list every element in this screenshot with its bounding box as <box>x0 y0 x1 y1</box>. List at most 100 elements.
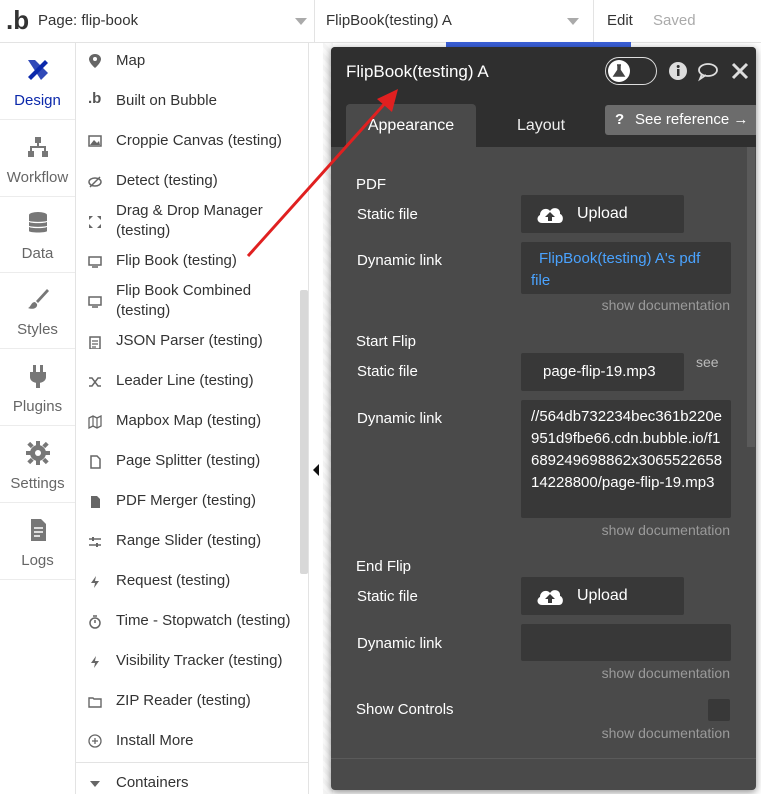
upload-button[interactable]: Upload <box>521 577 684 615</box>
show-controls-checkbox[interactable] <box>708 699 730 721</box>
property-editor: FlipBook(testing) A Appearance Layout ? … <box>331 47 756 790</box>
element-selector[interactable]: FlipBook(testing) A <box>315 0 594 42</box>
file-name: page-flip-19.mp3 <box>543 363 656 380</box>
list-item-label: Time - Stopwatch (testing) <box>116 612 291 629</box>
show-documentation-link[interactable]: show documentation <box>602 665 730 681</box>
palette-scrollbar[interactable] <box>300 290 308 574</box>
nav-item-workflow[interactable]: Workflow <box>0 120 75 197</box>
image-icon <box>88 135 102 147</box>
nav-label: Styles <box>17 321 58 338</box>
page-selector-label: Page: flip-book <box>38 12 139 29</box>
element-selector-label: FlipBook(testing) A <box>326 12 452 29</box>
file-icon <box>90 455 101 469</box>
panel-scrollbar[interactable] <box>747 147 755 447</box>
gear-icon <box>26 441 50 465</box>
top-bar: .b Page: flip-book FlipBook(testing) A E… <box>0 0 761 43</box>
plug-icon <box>30 365 46 388</box>
testing-toggle[interactable] <box>605 57 657 85</box>
dynamic-link-field[interactable] <box>521 624 731 661</box>
divider <box>331 758 756 759</box>
divider <box>76 762 308 763</box>
info-icon[interactable] <box>667 60 689 82</box>
upload-button[interactable]: Upload <box>521 195 684 233</box>
field-label: Dynamic link <box>357 410 443 427</box>
nav-item-styles[interactable]: Styles <box>0 272 75 349</box>
page-selector[interactable]: Page: flip-book <box>30 0 315 42</box>
triangle-down-icon <box>90 781 100 787</box>
list-item-label: Detect (testing) <box>116 172 218 189</box>
list-item-label: Drag & Drop Manager (testing) <box>116 202 263 239</box>
clipboard-icon <box>89 336 101 349</box>
map-icon <box>88 415 102 429</box>
nav-label: Design <box>14 92 61 109</box>
list-item-label: Built on Bubble <box>116 92 217 109</box>
nav-item-plugins[interactable]: Plugins <box>0 349 75 426</box>
saved-status: Saved <box>653 12 696 29</box>
show-documentation-link[interactable]: show documentation <box>602 522 730 538</box>
show-documentation-link[interactable]: show documentation <box>602 297 730 313</box>
show-documentation-link[interactable]: show documentation <box>602 725 730 741</box>
bubble-logo-icon: .b <box>88 90 102 107</box>
nav-label: Settings <box>10 475 65 492</box>
static-file-value[interactable]: page-flip-19.mp3 <box>521 353 684 391</box>
question-icon: ? <box>615 111 625 128</box>
nav-item-design[interactable]: Design <box>0 43 75 120</box>
monitor-icon <box>88 296 102 308</box>
shuffle-icon <box>89 377 101 387</box>
bolt-icon <box>91 576 99 588</box>
nav-item-logs[interactable]: Logs <box>0 503 75 580</box>
chevron-down-icon <box>295 18 307 25</box>
tab-appearance[interactable]: Appearance <box>346 104 476 147</box>
nav-item-data[interactable]: Data <box>0 196 75 273</box>
list-item-label: Request (testing) <box>116 572 231 589</box>
list-item-label: Flip Book (testing) <box>116 252 237 269</box>
close-icon[interactable] <box>729 60 751 82</box>
map-pin-icon <box>89 54 101 68</box>
eye-off-icon <box>88 176 102 188</box>
property-editor-title: FlipBook(testing) A <box>346 62 489 81</box>
design-icon <box>28 60 48 80</box>
property-editor-header[interactable]: FlipBook(testing) A <box>331 47 756 97</box>
section-title: End Flip <box>356 558 412 575</box>
see-file-link[interactable]: see <box>696 354 719 370</box>
section-title: Start Flip <box>356 333 417 350</box>
monitor-icon <box>88 256 102 268</box>
dynamic-expression[interactable]: FlipBook(testing) A's pdf file <box>531 248 721 292</box>
nav-label: Plugins <box>12 398 63 415</box>
flask-icon <box>612 64 626 77</box>
section-title: PDF <box>356 176 386 193</box>
folder-icon <box>88 697 102 708</box>
upload-label: Upload <box>577 587 628 604</box>
field-label: Dynamic link <box>357 635 443 652</box>
see-reference-button[interactable]: ? See reference → <box>605 105 756 135</box>
list-item-label: PDF Merger (testing) <box>116 492 257 509</box>
main-nav: Design Workflow Data Styles Plugins Sett… <box>0 43 76 794</box>
list-item-label: Map <box>116 52 146 69</box>
edit-menu[interactable]: Edit <box>607 12 633 29</box>
chevron-down-icon <box>567 18 579 25</box>
dynamic-link-field[interactable]: //564db732234bec361b220e951d9fbe66.cdn.b… <box>521 400 731 518</box>
stopwatch-icon <box>89 615 101 629</box>
nav-item-settings[interactable]: Settings <box>0 426 75 503</box>
bolt-icon <box>91 656 99 668</box>
tab-layout[interactable]: Layout <box>476 104 606 147</box>
field-label: Dynamic link <box>357 252 443 269</box>
see-reference-label: See reference → <box>635 111 749 128</box>
dynamic-expression[interactable]: //564db732234bec361b220e951d9fbe66.cdn.b… <box>531 406 726 494</box>
sliders-icon <box>89 537 101 547</box>
list-item-label: Visibility Tracker (testing) <box>116 652 283 669</box>
dynamic-link-field[interactable]: FlipBook(testing) A's pdf file <box>521 242 731 294</box>
document-icon <box>31 519 46 541</box>
show-controls-label: Show Controls <box>356 701 454 718</box>
nav-label: Workflow <box>6 169 69 186</box>
collapse-panel-icon[interactable] <box>309 455 323 485</box>
workflow-icon <box>28 137 48 157</box>
field-label: Static file <box>357 206 418 223</box>
plus-circle-icon <box>88 734 102 748</box>
field-label: Static file <box>357 588 418 605</box>
element-palette: Map .b Built on Bubble Croppie Canvas (t… <box>76 43 309 794</box>
bubble-logo-icon[interactable]: .b <box>6 6 30 34</box>
toggle-knob <box>608 60 630 82</box>
comment-icon[interactable] <box>697 60 719 82</box>
upload-label: Upload <box>577 205 628 222</box>
